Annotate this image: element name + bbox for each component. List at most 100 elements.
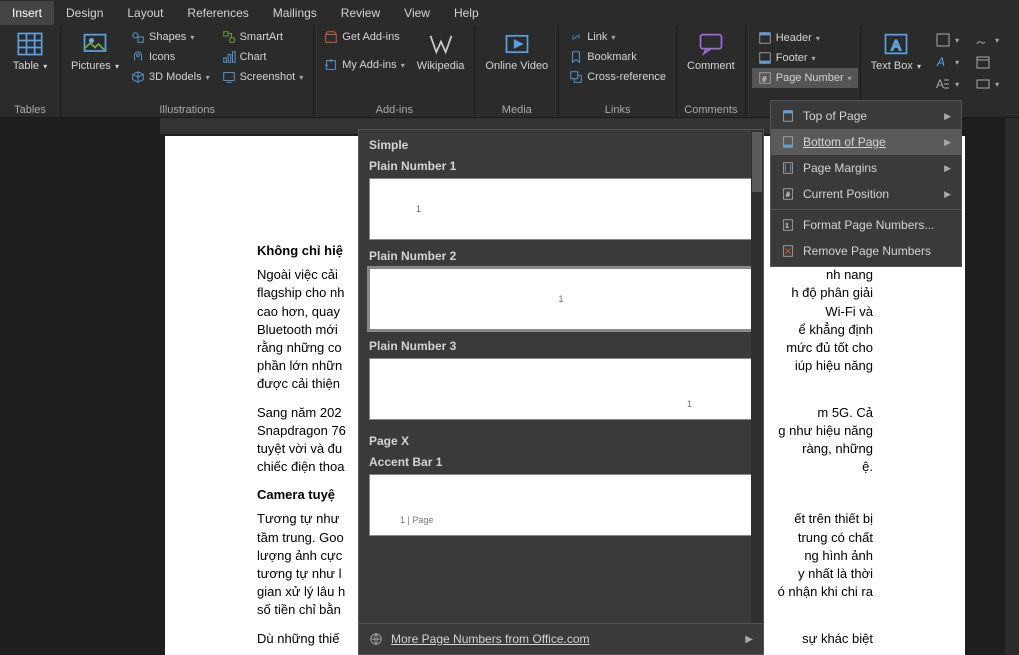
tab-help[interactable]: Help xyxy=(442,1,491,25)
menu-remove-page-numbers[interactable]: Remove Page Numbers xyxy=(771,238,961,264)
gallery-item-plain-2[interactable]: 1 xyxy=(369,268,753,330)
page-number-button[interactable]: #Page Number▾ xyxy=(752,68,858,88)
date-time-button[interactable] xyxy=(971,52,1003,72)
menu-top-of-page[interactable]: Top of Page▶ xyxy=(771,103,961,129)
group-label-tables: Tables xyxy=(6,102,54,116)
tab-review[interactable]: Review xyxy=(329,1,392,25)
tab-insert[interactable]: Insert xyxy=(0,1,54,25)
gallery-scrollbar[interactable] xyxy=(751,130,763,623)
screenshot-button[interactable]: Screenshot▾ xyxy=(218,68,308,86)
chart-button[interactable]: Chart xyxy=(218,48,308,66)
cube-icon xyxy=(131,70,145,84)
current-position-icon: # xyxy=(781,187,795,201)
page-number-gallery: Simple Plain Number 1 1 Plain Number 2 1… xyxy=(358,129,764,655)
tab-view[interactable]: View xyxy=(392,1,442,25)
icons-icon xyxy=(131,50,145,64)
online-video-button[interactable]: Online Video xyxy=(481,28,552,74)
menu-separator xyxy=(771,209,961,210)
svg-text:#: # xyxy=(762,77,766,84)
gallery-item-plain-1[interactable]: 1 xyxy=(369,178,753,240)
pictures-button[interactable]: Pictures ▾ xyxy=(67,28,123,74)
shapes-icon xyxy=(131,30,145,44)
object-button[interactable]: ▾ xyxy=(971,74,1003,94)
bookmark-icon xyxy=(569,50,583,64)
quick-parts-button[interactable]: ▾ xyxy=(931,30,963,50)
page-margins-icon xyxy=(781,161,795,175)
3d-models-button[interactable]: 3D Models▾ xyxy=(127,68,214,86)
group-illustrations: Pictures ▾ Shapes▾ Icons 3D Models▾ Smar… xyxy=(61,26,314,117)
gallery-category-page-x: Page X xyxy=(359,426,763,452)
date-icon xyxy=(975,54,991,70)
tab-references[interactable]: References xyxy=(175,1,260,25)
page-bottom-icon xyxy=(781,135,795,149)
signature-icon xyxy=(975,32,991,48)
tab-mailings[interactable]: Mailings xyxy=(261,1,329,25)
my-addins-button[interactable]: My Add-ins▾ xyxy=(320,56,408,74)
gallery-item-accent-1[interactable]: 1 | Page xyxy=(369,474,753,536)
gallery-item-plain-3[interactable]: 1 xyxy=(369,358,753,420)
header-icon xyxy=(758,31,772,45)
svg-text:A: A xyxy=(936,77,944,91)
comment-button[interactable]: Comment xyxy=(683,28,739,74)
object-icon xyxy=(975,76,991,92)
crossref-button[interactable]: Cross-reference xyxy=(565,68,670,86)
store-icon xyxy=(324,30,338,44)
crossref-icon xyxy=(569,70,583,84)
smartart-button[interactable]: SmartArt xyxy=(218,28,308,46)
menu-tabs: Insert Design Layout References Mailings… xyxy=(0,0,1019,26)
svg-text:1: 1 xyxy=(785,223,789,230)
group-label-illustrations: Illustrations xyxy=(67,102,307,116)
addins-icon xyxy=(324,58,338,72)
group-label-comments: Comments xyxy=(683,102,739,116)
text-box-button[interactable]: A Text Box ▾ xyxy=(867,28,925,74)
chart-icon xyxy=(222,50,236,64)
tab-design[interactable]: Design xyxy=(54,1,115,25)
wikipedia-button[interactable]: Wikipedia xyxy=(413,28,469,74)
group-links: Link▾ Bookmark Cross-reference Links xyxy=(559,26,677,117)
video-icon xyxy=(503,30,531,58)
drop-cap-button[interactable]: A▾ xyxy=(931,74,963,94)
bookmark-button[interactable]: Bookmark xyxy=(565,48,670,66)
menu-page-margins[interactable]: Page Margins▶ xyxy=(771,155,961,181)
drop-cap-icon: A xyxy=(935,76,951,92)
svg-text:A: A xyxy=(891,37,901,53)
quick-parts-icon xyxy=(935,32,951,48)
wordart-button[interactable]: A▾ xyxy=(931,52,963,72)
text-box-icon: A xyxy=(882,30,910,58)
signature-button[interactable]: ▾ xyxy=(971,30,1003,50)
group-media: Online Video Media xyxy=(475,26,559,117)
remove-icon xyxy=(781,244,795,258)
menu-current-position[interactable]: # Current Position▶ xyxy=(771,181,961,207)
shapes-button[interactable]: Shapes▾ xyxy=(127,28,214,46)
gallery-label-plain-1: Plain Number 1 xyxy=(359,156,763,178)
comment-icon xyxy=(697,30,725,58)
pictures-icon xyxy=(81,30,109,58)
footer-icon xyxy=(758,51,772,65)
tab-layout[interactable]: Layout xyxy=(115,1,175,25)
footer-button[interactable]: Footer▾ xyxy=(752,48,858,68)
gallery-category-simple: Simple xyxy=(359,130,763,156)
gallery-label-plain-2: Plain Number 2 xyxy=(359,246,763,268)
get-addins-button[interactable]: Get Add-ins xyxy=(320,28,408,46)
wikipedia-icon xyxy=(427,30,455,58)
group-label-media: Media xyxy=(481,102,552,116)
page-number-menu: Top of Page▶ Bottom of Page▶ Page Margin… xyxy=(770,100,962,267)
page-top-icon xyxy=(781,109,795,123)
group-comments: Comment Comments xyxy=(677,26,746,117)
header-button[interactable]: Header▾ xyxy=(752,28,858,48)
icons-button[interactable]: Icons xyxy=(127,48,214,66)
gallery-label-plain-3: Plain Number 3 xyxy=(359,336,763,358)
gallery-more-link[interactable]: More Page Numbers from Office.com ▶ xyxy=(359,623,763,654)
group-label-addins: Add-ins xyxy=(320,102,468,116)
gallery-body: Simple Plain Number 1 1 Plain Number 2 1… xyxy=(359,130,763,623)
link-button[interactable]: Link▾ xyxy=(565,28,670,46)
link-icon xyxy=(569,30,583,44)
group-addins: Get Add-ins My Add-ins▾ Wikipedia Add-in… xyxy=(314,26,475,117)
table-button[interactable]: Table ▾ xyxy=(6,28,54,74)
svg-text:A: A xyxy=(936,55,945,69)
menu-format-page-numbers[interactable]: 1 Format Page Numbers... xyxy=(771,212,961,238)
screenshot-icon xyxy=(222,70,236,84)
vertical-scrollbar[interactable] xyxy=(1005,118,1019,655)
format-icon: 1 xyxy=(781,218,795,232)
menu-bottom-of-page[interactable]: Bottom of Page▶ xyxy=(771,129,961,155)
